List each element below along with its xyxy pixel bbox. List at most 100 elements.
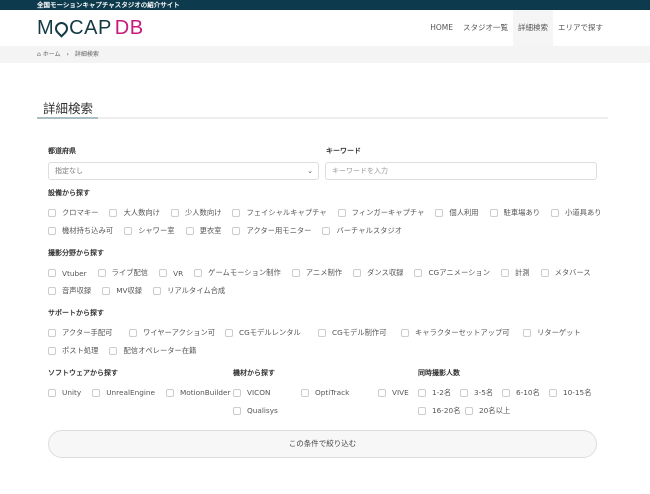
checkbox-fields[interactable]: ゲームモーション制作 bbox=[194, 268, 281, 278]
checkbox-box[interactable] bbox=[502, 389, 510, 397]
checkbox-facilities[interactable]: シャワー室 bbox=[124, 226, 175, 236]
checkbox-box[interactable] bbox=[353, 269, 362, 277]
checkbox-facilities[interactable]: フェイシャルキャプチャ bbox=[232, 208, 327, 218]
checkbox-software[interactable]: MotionBuilder bbox=[166, 388, 231, 397]
checkbox-box[interactable] bbox=[322, 227, 331, 235]
checkbox-people[interactable]: 6-10名 bbox=[502, 388, 549, 398]
checkbox-support[interactable]: アクター手配可 bbox=[48, 328, 129, 338]
checkbox-facilities[interactable]: 更衣室 bbox=[185, 226, 221, 236]
checkbox-box[interactable] bbox=[414, 269, 423, 277]
checkbox-box[interactable] bbox=[418, 407, 426, 415]
checkbox-facilities[interactable]: クロマキー bbox=[48, 208, 98, 218]
prefecture-select[interactable]: 指定なし ⌄ bbox=[48, 162, 319, 180]
checkbox-box[interactable] bbox=[401, 329, 409, 337]
checkbox-facilities[interactable]: 小道具あり bbox=[551, 208, 602, 218]
checkbox-support[interactable]: CGモデルレンタル bbox=[225, 328, 318, 338]
checkbox-people[interactable]: 16-20名 bbox=[418, 406, 465, 416]
checkbox-box[interactable] bbox=[301, 388, 309, 397]
checkbox-box[interactable] bbox=[109, 209, 118, 217]
checkbox-box[interactable] bbox=[185, 227, 194, 235]
breadcrumb-home[interactable]: ホーム bbox=[43, 51, 61, 58]
checkbox-box[interactable] bbox=[129, 329, 137, 337]
checkbox-support[interactable]: ワイヤーアクション可 bbox=[129, 328, 225, 338]
checkbox-box[interactable] bbox=[102, 287, 111, 295]
checkbox-box[interactable] bbox=[549, 389, 557, 397]
checkbox-facilities[interactable]: 機材持ち込み可 bbox=[48, 226, 113, 236]
checkbox-fields[interactable]: ライブ配信 bbox=[97, 268, 148, 278]
nav-home[interactable]: HOME bbox=[425, 10, 458, 46]
nav-advanced-search[interactable]: 詳細検索 bbox=[513, 10, 553, 46]
checkbox-box[interactable] bbox=[124, 227, 133, 235]
checkbox-people[interactable]: 10-15名 bbox=[549, 388, 594, 398]
checkbox-fields[interactable]: Vtuber bbox=[48, 268, 87, 278]
checkbox-facilities[interactable]: 個人利用 bbox=[435, 208, 479, 218]
checkbox-box[interactable] bbox=[48, 287, 56, 295]
logo[interactable]: M CAP DB bbox=[37, 17, 144, 39]
checkbox-box[interactable] bbox=[460, 389, 468, 397]
checkbox-box[interactable] bbox=[233, 406, 241, 415]
checkbox-support[interactable]: 配信オペレーター在籍 bbox=[109, 346, 196, 356]
checkbox-box[interactable] bbox=[48, 347, 56, 355]
checkbox-facilities[interactable]: フィンガーキャプチャ bbox=[337, 208, 424, 218]
checkbox-box[interactable] bbox=[225, 329, 233, 337]
filter-submit-button[interactable]: この条件で絞り込む bbox=[48, 430, 597, 458]
checkbox-fields[interactable]: CGアニメーション bbox=[414, 268, 490, 278]
checkbox-fields[interactable]: アニメ制作 bbox=[291, 268, 342, 278]
checkbox-box[interactable] bbox=[489, 209, 498, 217]
checkbox-box[interactable] bbox=[418, 389, 426, 397]
checkbox-fields[interactable]: ダンス収録 bbox=[353, 268, 403, 278]
checkbox-box[interactable] bbox=[48, 209, 56, 217]
checkbox-box[interactable] bbox=[435, 209, 444, 217]
checkbox-support[interactable]: ポスト処理 bbox=[48, 346, 98, 356]
checkbox-box[interactable] bbox=[551, 209, 560, 217]
checkbox-facilities[interactable]: 大人数向け bbox=[109, 208, 160, 218]
checkbox-people[interactable]: 3-5名 bbox=[460, 388, 502, 398]
nav-studio-list[interactable]: スタジオ一覧 bbox=[458, 10, 513, 46]
checkbox-box[interactable] bbox=[48, 388, 56, 397]
checkbox-facilities[interactable]: 駐車場あり bbox=[489, 208, 540, 218]
checkbox-box[interactable] bbox=[465, 407, 473, 415]
checkbox-software[interactable]: Unity bbox=[48, 388, 81, 397]
checkbox-box[interactable] bbox=[159, 269, 168, 277]
checkbox-equipment[interactable]: VIVE bbox=[378, 388, 418, 397]
checkbox-box[interactable] bbox=[233, 388, 241, 397]
checkbox-facilities[interactable]: バーチャルスタジオ bbox=[322, 226, 402, 236]
checkbox-software[interactable]: UnrealEngine bbox=[92, 388, 155, 397]
checkbox-box[interactable] bbox=[540, 269, 549, 277]
checkbox-people[interactable]: 1-2名 bbox=[418, 388, 460, 398]
checkbox-fields[interactable]: 計測 bbox=[501, 268, 530, 278]
checkbox-box[interactable] bbox=[153, 287, 162, 295]
checkbox-fields[interactable]: VR bbox=[159, 268, 183, 278]
checkbox-box[interactable] bbox=[337, 209, 346, 217]
checkbox-equipment[interactable]: Qualisys bbox=[233, 406, 278, 415]
checkbox-fields[interactable]: メタバース bbox=[540, 268, 591, 278]
checkbox-facilities[interactable]: アクター用モニター bbox=[232, 226, 311, 236]
checkbox-box[interactable] bbox=[48, 269, 56, 277]
checkbox-box[interactable] bbox=[166, 388, 174, 397]
checkbox-box[interactable] bbox=[48, 227, 56, 235]
checkbox-facilities[interactable]: 少人数向け bbox=[170, 208, 221, 218]
checkbox-box[interactable] bbox=[48, 329, 56, 337]
checkbox-box[interactable] bbox=[501, 269, 509, 277]
checkbox-box[interactable] bbox=[291, 269, 300, 277]
checkbox-box[interactable] bbox=[170, 209, 179, 217]
checkbox-support[interactable]: キャラクターセットアップ可 bbox=[401, 328, 523, 338]
checkbox-support[interactable]: リターゲット bbox=[523, 328, 583, 338]
checkbox-box[interactable] bbox=[109, 347, 118, 355]
checkbox-support[interactable]: CGモデル制作可 bbox=[318, 328, 401, 338]
checkbox-fields[interactable]: MV収録 bbox=[102, 286, 142, 296]
checkbox-equipment[interactable]: OptiTrack bbox=[301, 388, 378, 397]
checkbox-box[interactable] bbox=[523, 329, 531, 337]
checkbox-box[interactable] bbox=[232, 209, 241, 217]
checkbox-fields[interactable]: リアルタイム合成 bbox=[153, 286, 225, 296]
checkbox-box[interactable] bbox=[378, 388, 386, 397]
checkbox-equipment[interactable]: VICON bbox=[233, 388, 301, 397]
checkbox-box[interactable] bbox=[318, 329, 326, 337]
checkbox-fields[interactable]: 音声収録 bbox=[48, 286, 91, 296]
keyword-input[interactable]: キーワードを入力 bbox=[325, 162, 597, 180]
checkbox-box[interactable] bbox=[92, 388, 101, 397]
checkbox-box[interactable] bbox=[194, 269, 203, 277]
nav-area-search[interactable]: エリアで探す bbox=[553, 10, 608, 46]
checkbox-box[interactable] bbox=[232, 227, 241, 235]
checkbox-box[interactable] bbox=[97, 269, 106, 277]
